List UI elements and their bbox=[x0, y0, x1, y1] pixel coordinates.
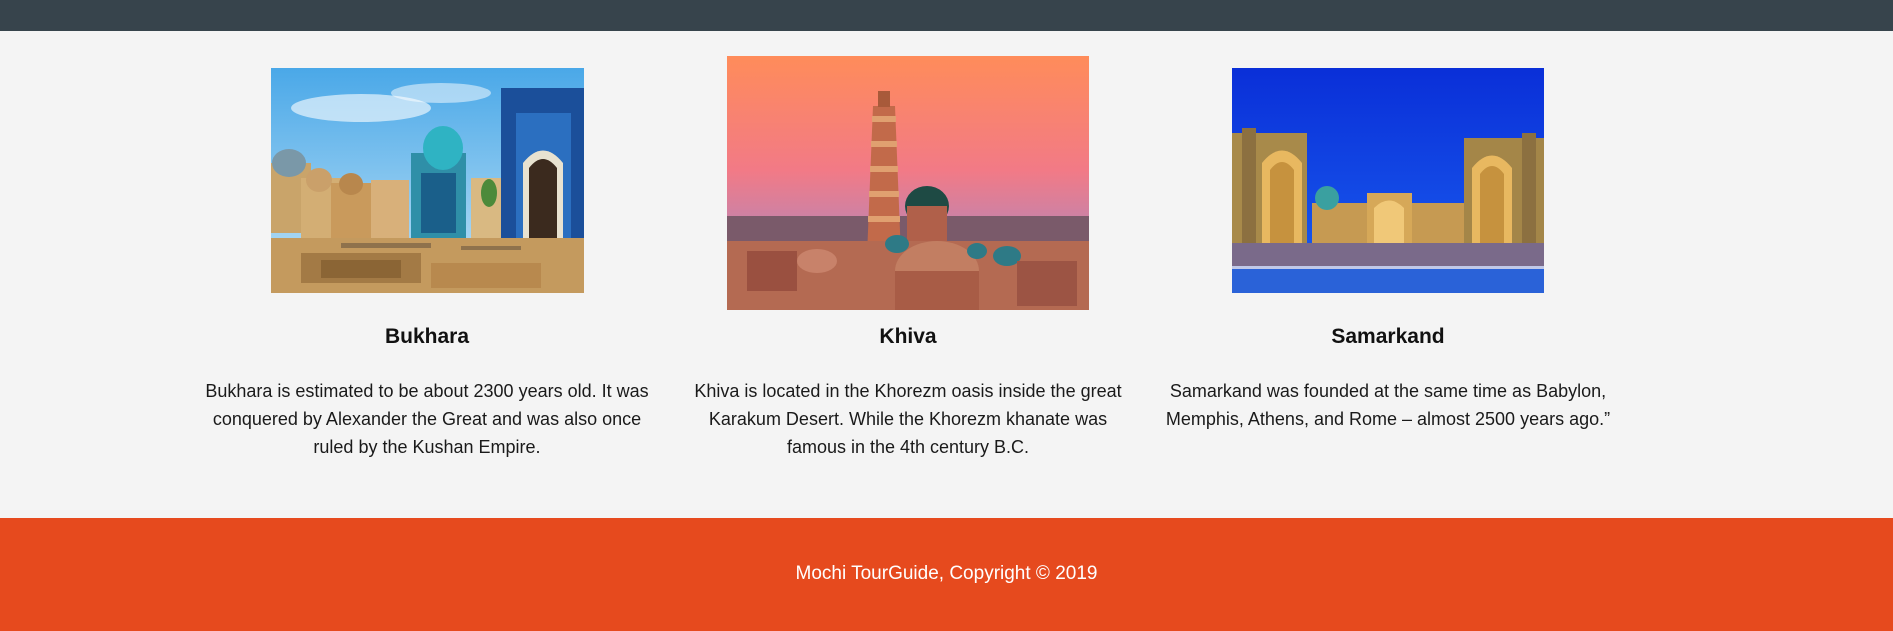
destinations-section: Bukhara Bukhara is estimated to be about… bbox=[0, 31, 1893, 518]
city-title: Khiva bbox=[879, 325, 937, 348]
samarkand-image bbox=[1232, 68, 1544, 293]
copyright-text: Mochi TourGuide, Copyright © 2019 bbox=[795, 563, 1098, 584]
city-description: Khiva is located in the Khorezm oasis in… bbox=[694, 381, 1122, 457]
bukhara-image bbox=[270, 68, 584, 293]
city-title: Bukhara bbox=[384, 325, 470, 348]
top-navbar bbox=[0, 0, 1893, 31]
city-title: Samarkand bbox=[1331, 325, 1445, 348]
khiva-image bbox=[727, 56, 1089, 310]
city-description: Samarkand was founded at the same time a… bbox=[1165, 381, 1611, 429]
page-footer: Mochi TourGuide, Copyright © 2019 bbox=[0, 518, 1893, 631]
city-description: Bukhara is estimated to be about 2300 ye… bbox=[205, 381, 649, 457]
